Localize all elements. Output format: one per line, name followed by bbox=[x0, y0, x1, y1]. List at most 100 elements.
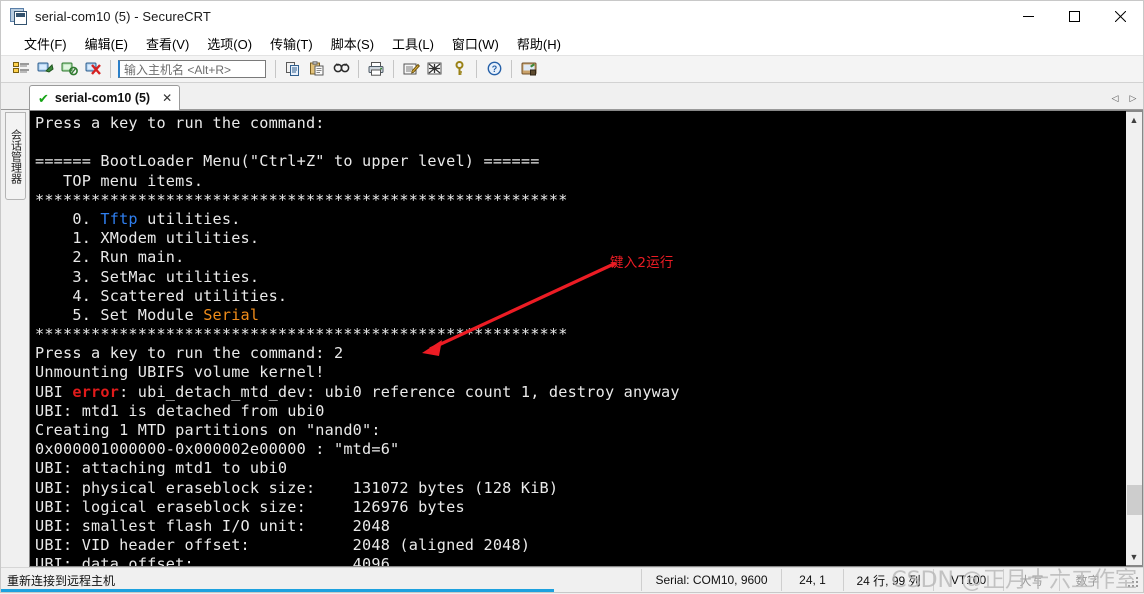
status-screen-size: 24 行, 99 列 bbox=[843, 569, 933, 591]
terminal-span: Unmounting UBIFS volume kernel! bbox=[35, 363, 325, 382]
terminal-span: UBI: data offset: 4096 bbox=[35, 555, 391, 566]
terminal-line: UBI: data offset: 4096 bbox=[35, 555, 1126, 566]
help-icon[interactable]: ? bbox=[482, 58, 506, 80]
terminal-span: TOP menu items. bbox=[35, 171, 204, 190]
terminal-line: 0x000001000000-0x000002e00000 : "mtd=6" bbox=[35, 440, 1126, 459]
tab-close-icon[interactable]: ✕ bbox=[162, 91, 172, 105]
terminal-frame: Press a key to run the command: ====== B… bbox=[29, 110, 1143, 567]
connect-icon[interactable] bbox=[33, 58, 57, 80]
session-manager-sidebar: 会话管理器 bbox=[1, 110, 29, 567]
status-emulation: VT100 bbox=[933, 569, 1003, 591]
status-bar: 重新连接到远程主机 Serial: COM10, 9600 24, 1 24 行… bbox=[1, 567, 1143, 593]
terminal-scrollbar[interactable]: ▲ ▼ bbox=[1126, 111, 1143, 566]
terminal-line: UBI: smallest flash I/O unit: 2048 bbox=[35, 517, 1126, 536]
session-manager-label: 会话管理器 bbox=[9, 128, 22, 184]
scroll-down-button[interactable]: ▼ bbox=[1127, 549, 1142, 565]
terminal-span: : ubi_detach_mtd_dev: ubi0 reference cou… bbox=[119, 382, 680, 401]
session-manager-icon[interactable] bbox=[9, 58, 33, 80]
menu-help[interactable]: 帮助(H) bbox=[508, 32, 570, 55]
connect-sftp-icon[interactable] bbox=[57, 58, 81, 80]
terminal-line: UBI error: ubi_detach_mtd_dev: ubi0 refe… bbox=[35, 383, 1126, 402]
terminal-line: 5. Set Module Serial bbox=[35, 306, 1126, 325]
session-options-icon[interactable] bbox=[517, 58, 541, 80]
terminal-line: 0. Tftp utilities. bbox=[35, 210, 1126, 229]
tab-next-button[interactable]: ▷ bbox=[1125, 89, 1141, 107]
menu-options[interactable]: 选项(O) bbox=[198, 32, 261, 55]
print-icon[interactable] bbox=[364, 58, 388, 80]
paste-icon[interactable] bbox=[305, 58, 329, 80]
status-caps-lock: 大写 bbox=[1003, 569, 1059, 591]
hostname-input[interactable]: 输入主机名 <Alt+R> bbox=[118, 60, 266, 78]
menu-transfer[interactable]: 传输(T) bbox=[261, 32, 322, 55]
clear-screen-icon[interactable] bbox=[423, 58, 447, 80]
terminal-span: UBI bbox=[35, 382, 73, 401]
terminal-line: UBI: VID header offset: 2048 (aligned 20… bbox=[35, 536, 1126, 555]
status-message: 重新连接到远程主机 bbox=[7, 573, 116, 588]
menu-edit[interactable]: 编辑(E) bbox=[76, 32, 137, 55]
terminal-line: Press a key to run the command: 2 bbox=[35, 344, 1126, 363]
terminal-line: ****************************************… bbox=[35, 325, 1126, 344]
terminal-line: UBI: attaching mtd1 to ubi0 bbox=[35, 459, 1126, 478]
terminal-line: UBI: logical eraseblock size: 126976 byt… bbox=[35, 498, 1126, 517]
scroll-up-button[interactable]: ▲ bbox=[1127, 112, 1142, 128]
terminal-span: Press a key to run the command: bbox=[35, 114, 325, 132]
copy-icon[interactable] bbox=[281, 58, 305, 80]
menu-file[interactable]: 文件(F) bbox=[15, 32, 76, 55]
terminal-span: UBI: mtd1 is detached from ubi0 bbox=[35, 401, 325, 420]
terminal-span: ====== BootLoader Menu("Ctrl+Z" to upper… bbox=[35, 152, 540, 171]
terminal-line: 4. Scattered utilities. bbox=[35, 287, 1126, 306]
toolbar: 输入主机名 <Alt+R> ? bbox=[1, 55, 1143, 83]
status-num-lock: 数字 bbox=[1059, 569, 1115, 591]
session-manager-tab[interactable]: 会话管理器 bbox=[4, 112, 26, 200]
menu-tools[interactable]: 工具(L) bbox=[383, 32, 443, 55]
terminal-span: ****************************************… bbox=[35, 325, 568, 344]
menu-window[interactable]: 窗口(W) bbox=[443, 32, 508, 55]
log-session-icon[interactable] bbox=[399, 58, 423, 80]
terminal-span: UBI: physical eraseblock size: 131072 by… bbox=[35, 478, 559, 497]
terminal-span: 3. SetMac utilities. bbox=[35, 267, 260, 286]
terminal-span: UBI: smallest flash I/O unit: 2048 bbox=[35, 516, 391, 535]
maximize-button[interactable] bbox=[1051, 1, 1097, 31]
svg-text:?: ? bbox=[491, 64, 497, 74]
resize-grip[interactable] bbox=[1128, 577, 1140, 589]
terminal-line: 2. Run main. bbox=[35, 248, 1126, 267]
tab-serial-com10[interactable]: ✔ serial-com10 (5) ✕ bbox=[29, 85, 181, 110]
terminal-span: error bbox=[72, 382, 120, 401]
key-icon[interactable] bbox=[447, 58, 471, 80]
terminal-output[interactable]: Press a key to run the command: ====== B… bbox=[30, 111, 1126, 566]
terminal-line: Creating 1 MTD partitions on "nand0": bbox=[35, 421, 1126, 440]
terminal-line: ****************************************… bbox=[35, 191, 1126, 210]
terminal-span: 2. Run main. bbox=[35, 248, 185, 267]
status-serial[interactable]: Serial: COM10, 9600 bbox=[641, 569, 781, 591]
terminal-line: UBI: mtd1 is detached from ubi0 bbox=[35, 402, 1126, 421]
scrollbar-thumb[interactable] bbox=[1126, 485, 1142, 515]
main-area: 会话管理器 Press a key to run the command: ==… bbox=[1, 110, 1143, 567]
terminal-span: 0x000001000000-0x000002e00000 : "mtd=6" bbox=[35, 440, 400, 459]
terminal-span: Creating 1 MTD partitions on "nand0": bbox=[35, 421, 381, 439]
tab-label: serial-com10 (5) bbox=[54, 91, 151, 105]
status-cursor-position: 24, 1 bbox=[781, 569, 843, 591]
terminal-span: 1. XModem utilities. bbox=[35, 229, 260, 248]
terminal-line: 3. SetMac utilities. bbox=[35, 268, 1126, 287]
terminal-line: TOP menu items. bbox=[35, 172, 1126, 191]
find-icon[interactable] bbox=[329, 58, 353, 80]
minimize-button[interactable] bbox=[1005, 1, 1051, 31]
annotation-label: 键入2运行 bbox=[610, 255, 674, 271]
terminal-span: Press a key to run the command: 2 bbox=[35, 344, 344, 363]
tab-nav-arrows: ◁ ▷ bbox=[1107, 89, 1141, 107]
terminal-line: Press a key to run the command: bbox=[35, 114, 1126, 133]
hostname-placeholder: 输入主机名 <Alt+R> bbox=[124, 62, 232, 77]
close-button[interactable] bbox=[1097, 1, 1143, 31]
menu-script[interactable]: 脚本(S) bbox=[322, 32, 383, 55]
scrollbar-track[interactable] bbox=[1126, 128, 1142, 549]
terminal-span: Tftp bbox=[100, 209, 138, 228]
terminal-span: UBI: attaching mtd1 to ubi0 bbox=[35, 459, 288, 478]
disconnect-icon[interactable] bbox=[81, 58, 105, 80]
terminal-span: ****************************************… bbox=[35, 190, 568, 209]
status-accent-line bbox=[1, 589, 554, 592]
terminal-span: 0. bbox=[35, 209, 101, 228]
terminal-span: utilities. bbox=[137, 209, 241, 228]
tab-prev-button[interactable]: ◁ bbox=[1107, 89, 1123, 107]
menu-view[interactable]: 查看(V) bbox=[137, 32, 198, 55]
